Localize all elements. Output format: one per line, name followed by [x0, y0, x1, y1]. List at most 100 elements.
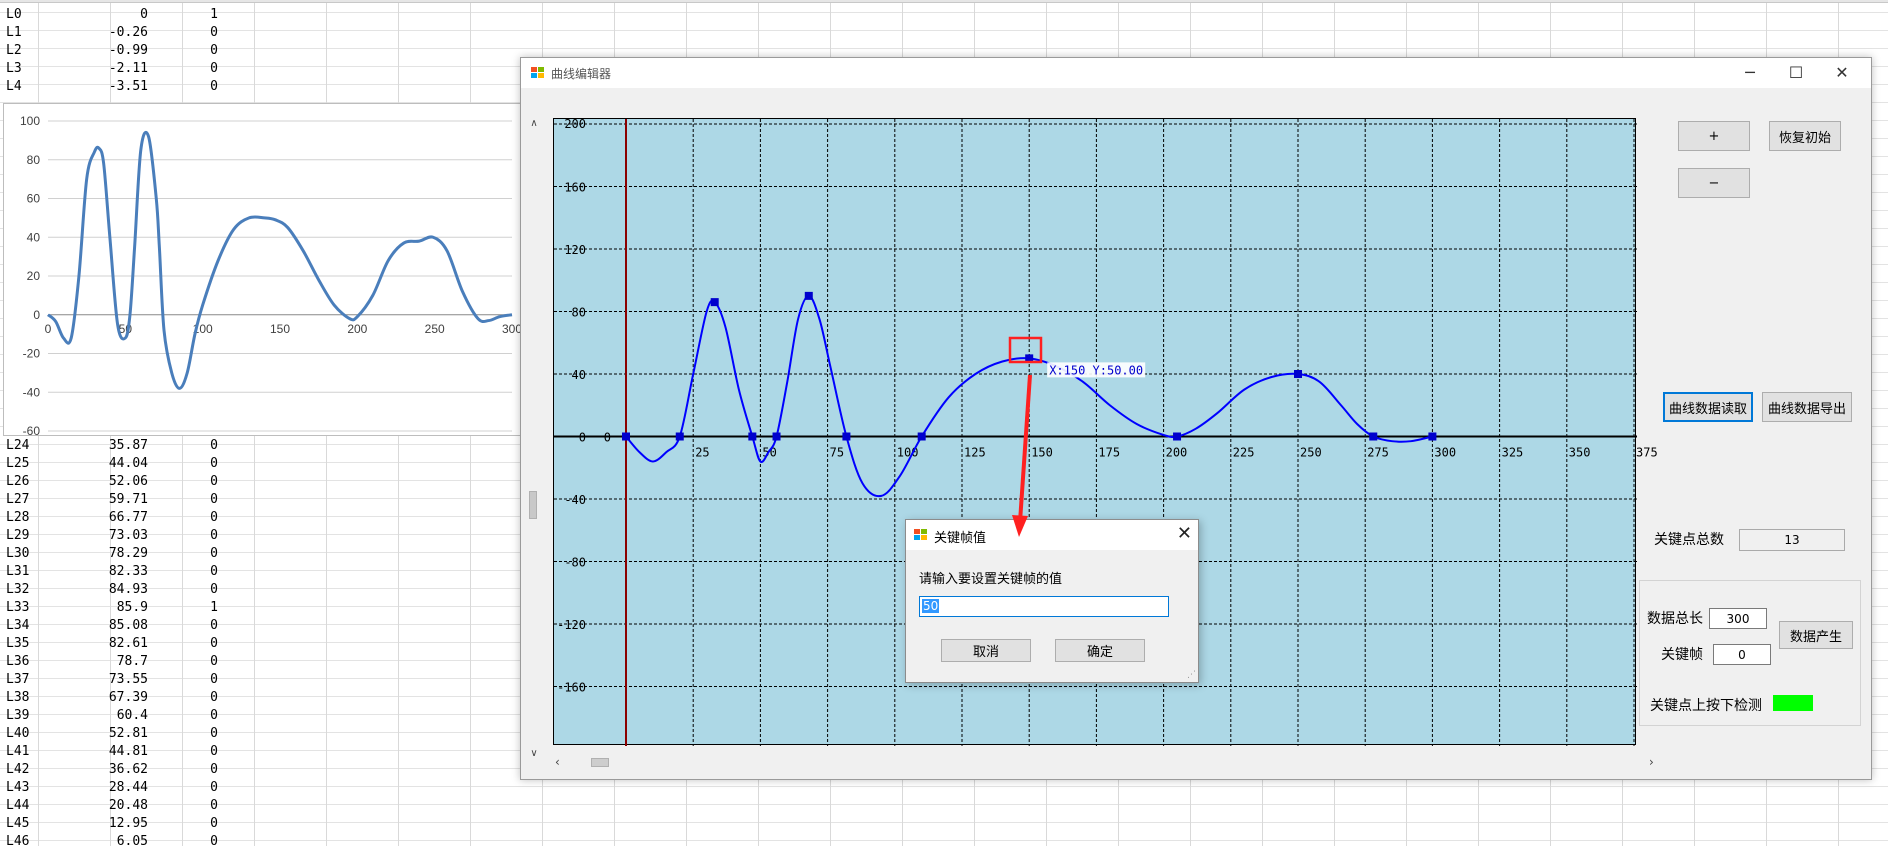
sheet-row[interactable]: L3 -2.11 0: [0, 60, 220, 78]
sheet-cell-flag[interactable]: 0: [150, 491, 218, 509]
sheet-cell-flag[interactable]: 0: [150, 707, 218, 725]
sheet-cell-label[interactable]: L28: [6, 509, 29, 527]
sheet-cell-label[interactable]: L43: [6, 779, 29, 797]
sheet-row[interactable]: L37 73.55 0: [0, 671, 220, 689]
sheet-cell-label[interactable]: L24: [6, 437, 29, 455]
sheet-cell-flag[interactable]: 0: [150, 42, 218, 60]
sheet-row[interactable]: L38 67.39 0: [0, 689, 220, 707]
reset-button[interactable]: 恢复初始: [1769, 121, 1841, 151]
sheet-cell-flag[interactable]: 0: [150, 455, 218, 473]
sheet-cell-flag[interactable]: 0: [150, 797, 218, 815]
sheet-cell-label[interactable]: L25: [6, 455, 29, 473]
sheet-cell-value[interactable]: -3.51: [60, 78, 148, 96]
sheet-cell-value[interactable]: 28.44: [60, 779, 148, 797]
sheet-row[interactable]: L46 6.05 0: [0, 833, 220, 851]
resize-grip-icon[interactable]: ⋰: [1187, 670, 1196, 680]
sheet-row[interactable]: L39 60.4 0: [0, 707, 220, 725]
sheet-cell-value[interactable]: 78.29: [60, 545, 148, 563]
keyframe-point[interactable]: [748, 432, 757, 441]
sheet-cell-label[interactable]: L34: [6, 617, 29, 635]
sheet-cell-flag[interactable]: 0: [150, 743, 218, 761]
keyframe-point[interactable]: [804, 291, 813, 300]
export-curve-data-button[interactable]: 曲线数据导出: [1762, 392, 1852, 422]
sheet-cell-flag[interactable]: 0: [150, 473, 218, 491]
minimize-icon[interactable]: ─: [1727, 58, 1773, 88]
sheet-cell-value[interactable]: 59.71: [60, 491, 148, 509]
sheet-cell-value[interactable]: -0.26: [60, 24, 148, 42]
sheet-cell-label[interactable]: L40: [6, 725, 29, 743]
sheet-cell-label[interactable]: L39: [6, 707, 29, 725]
sheet-row[interactable]: L26 52.06 0: [0, 473, 220, 491]
keyframe-point[interactable]: [917, 432, 926, 441]
sheet-cell-flag[interactable]: 0: [150, 24, 218, 42]
sheet-cell-label[interactable]: L36: [6, 653, 29, 671]
read-curve-data-button[interactable]: 曲线数据读取: [1663, 392, 1753, 422]
sheet-cell-flag[interactable]: 0: [150, 581, 218, 599]
remove-keypoint-button[interactable]: −: [1678, 168, 1750, 198]
sheet-row[interactable]: L36 78.7 0: [0, 653, 220, 671]
sheet-row[interactable]: L35 82.61 0: [0, 635, 220, 653]
vertical-scroll-thumb[interactable]: [529, 491, 537, 519]
sheet-cell-label[interactable]: L0: [6, 6, 22, 24]
sheet-cell-label[interactable]: L41: [6, 743, 29, 761]
sheet-row[interactable]: L27 59.71 0: [0, 491, 220, 509]
sheet-cell-value[interactable]: 82.33: [60, 563, 148, 581]
sheet-cell-label[interactable]: L29: [6, 527, 29, 545]
sheet-cell-flag[interactable]: 0: [150, 815, 218, 833]
sheet-cell-label[interactable]: L3: [6, 60, 22, 78]
sheet-cell-value[interactable]: 52.06: [60, 473, 148, 491]
add-keypoint-button[interactable]: +: [1678, 121, 1750, 151]
sheet-cell-value[interactable]: 73.55: [60, 671, 148, 689]
horizontal-scrollbar[interactable]: ‹ ›: [551, 755, 1654, 769]
sheet-cell-flag[interactable]: 0: [150, 761, 218, 779]
sheet-row[interactable]: L41 44.81 0: [0, 743, 220, 761]
sheet-cell-flag[interactable]: 0: [150, 635, 218, 653]
sheet-cell-label[interactable]: L26: [6, 473, 29, 491]
sheet-cell-value[interactable]: 66.77: [60, 509, 148, 527]
sheet-row[interactable]: L45 12.95 0: [0, 815, 220, 833]
keyframe-point[interactable]: [772, 432, 781, 441]
sheet-cell-value[interactable]: 12.95: [60, 815, 148, 833]
sheet-cell-flag[interactable]: 0: [150, 563, 218, 581]
sheet-cell-label[interactable]: L33: [6, 599, 29, 617]
keyframe-point[interactable]: [1428, 432, 1437, 441]
sheet-cell-value[interactable]: 44.81: [60, 743, 148, 761]
keyframe-point[interactable]: [1369, 432, 1378, 441]
maximize-icon[interactable]: ☐: [1773, 58, 1819, 88]
editor-title-bar[interactable]: 曲线编辑器 ─ ☐ ✕: [521, 58, 1871, 88]
sheet-row[interactable]: L29 73.03 0: [0, 527, 220, 545]
keyframe-point[interactable]: [622, 432, 630, 441]
sheet-row[interactable]: L2 -0.99 0: [0, 42, 220, 60]
sheet-cell-value[interactable]: 82.61: [60, 635, 148, 653]
excel-line-chart[interactable]: 100 80 60 40 20 0 -20 -40 -60 0 50 100 150 200 250 300: [3, 103, 523, 437]
sheet-row[interactable]: L40 52.81 0: [0, 725, 220, 743]
sheet-cell-value[interactable]: 20.48: [60, 797, 148, 815]
sheet-cell-flag[interactable]: 0: [150, 509, 218, 527]
keyframe-input[interactable]: 0: [1713, 644, 1771, 665]
sheet-row[interactable]: L30 78.29 0: [0, 545, 220, 563]
cancel-button[interactable]: 取消: [941, 639, 1031, 662]
generate-data-button[interactable]: 数据产生: [1779, 621, 1853, 649]
sheet-cell-flag[interactable]: 0: [150, 617, 218, 635]
sheet-row[interactable]: L42 36.62 0: [0, 761, 220, 779]
sheet-cell-value[interactable]: 44.04: [60, 455, 148, 473]
sheet-cell-label[interactable]: L27: [6, 491, 29, 509]
sheet-cell-label[interactable]: L37: [6, 671, 29, 689]
sheet-cell-value[interactable]: 67.39: [60, 689, 148, 707]
sheet-cell-label[interactable]: L45: [6, 815, 29, 833]
sheet-cell-flag[interactable]: 0: [150, 78, 218, 96]
dialog-title-bar[interactable]: 关键帧值 ✕: [906, 520, 1198, 550]
sheet-row[interactable]: L43 28.44 0: [0, 779, 220, 797]
sheet-row[interactable]: L32 84.93 0: [0, 581, 220, 599]
sheet-row[interactable]: L0 0 1: [0, 6, 220, 24]
sheet-cell-label[interactable]: L44: [6, 797, 29, 815]
scroll-down-icon[interactable]: ∨: [527, 748, 541, 759]
sheet-cell-flag[interactable]: 0: [150, 60, 218, 78]
sheet-row[interactable]: L33 85.9 1: [0, 599, 220, 617]
scroll-left-icon[interactable]: ‹: [555, 755, 560, 769]
sheet-cell-value[interactable]: -0.99: [60, 42, 148, 60]
sheet-cell-value[interactable]: 60.4: [60, 707, 148, 725]
sheet-cell-flag[interactable]: 0: [150, 779, 218, 797]
sheet-cell-label[interactable]: L4: [6, 78, 22, 96]
keyframe-point[interactable]: [1025, 354, 1034, 363]
